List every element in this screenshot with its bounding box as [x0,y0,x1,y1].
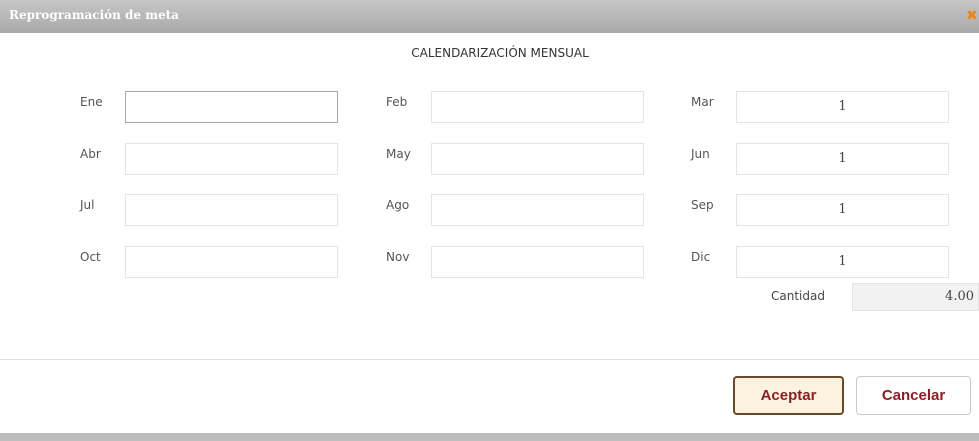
month-label-mar: Mar [691,95,714,109]
month-input-abr[interactable] [125,143,338,175]
month-label-may: May [386,147,411,161]
month-label-jul: Jul [80,198,95,212]
month-input-jul[interactable] [125,194,338,226]
dialog-bottom-border [0,433,979,441]
month-input-feb[interactable] [431,91,644,123]
quantity-label: Cantidad [771,289,825,303]
month-label-dic: Dic [691,250,711,264]
reprogramacion-dialog: Reprogramación de meta ✖ CALENDARIZACIÓN… [0,0,979,441]
month-input-nov[interactable] [431,246,644,278]
month-input-may[interactable] [431,143,644,175]
month-input-ene[interactable] [125,91,338,123]
month-input-oct[interactable] [125,246,338,278]
accept-button[interactable]: Aceptar [733,376,844,415]
footer-divider [0,359,979,360]
month-label-oct: Oct [80,250,101,264]
month-label-ago: Ago [386,198,410,212]
month-label-abr: Abr [80,147,101,161]
month-label-jun: Jun [691,147,710,161]
month-input-ago[interactable] [431,194,644,226]
close-icon[interactable]: ✖ [966,6,979,26]
cancel-button[interactable]: Cancelar [856,376,971,415]
quantity-field: 4.00 [852,283,979,311]
month-label-nov: Nov [386,250,410,264]
month-input-jun[interactable]: 1 [736,143,949,175]
month-label-sep: Sep [691,198,714,212]
month-input-dic[interactable]: 1 [736,246,949,278]
month-label-ene: Ene [80,95,103,109]
dialog-title-bar[interactable]: Reprogramación de meta ✖ [0,0,979,33]
month-input-sep[interactable]: 1 [736,194,949,226]
month-input-mar[interactable]: 1 [736,91,949,123]
dialog-title: Reprogramación de meta [9,8,179,22]
section-heading: CALENDARIZACIÓN MENSUAL [411,46,589,60]
month-label-feb: Feb [386,95,408,109]
